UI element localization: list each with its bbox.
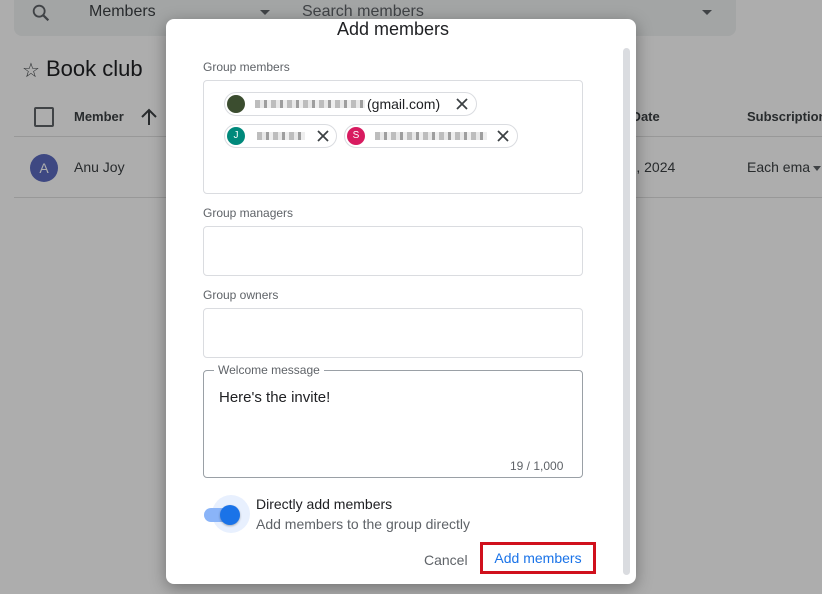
- group-owners-input[interactable]: [203, 308, 583, 358]
- redacted-email: [375, 132, 487, 140]
- add-members-dialog: Add members Group members (gmail.com) J …: [166, 19, 636, 584]
- group-managers-input[interactable]: [203, 226, 583, 276]
- redacted-email: [255, 100, 365, 108]
- dialog-scrollbar[interactable]: [623, 48, 630, 575]
- character-counter: 19 / 1,000: [510, 459, 564, 473]
- close-icon[interactable]: [316, 129, 330, 143]
- welcome-message-value[interactable]: Here's the invite!: [219, 389, 330, 406]
- close-icon[interactable]: [455, 97, 469, 111]
- group-members-label: Group members: [203, 60, 290, 74]
- close-icon[interactable]: [496, 129, 510, 143]
- member-chip[interactable]: J: [224, 124, 337, 148]
- chip-label: (gmail.com): [367, 96, 441, 112]
- add-members-button[interactable]: Add members: [480, 542, 596, 574]
- toggle-knob[interactable]: [220, 505, 240, 525]
- welcome-message-label: Welcome message: [214, 363, 324, 377]
- direct-add-description: Add members to the group directly: [256, 516, 470, 532]
- direct-add-title: Directly add members: [256, 496, 393, 512]
- group-owners-label: Group owners: [203, 288, 279, 302]
- chip-avatar: S: [347, 127, 365, 145]
- dialog-title: Add members: [336, 19, 450, 39]
- member-chip[interactable]: (gmail.com): [224, 92, 477, 116]
- cancel-button[interactable]: Cancel: [418, 550, 474, 570]
- chip-avatar: J: [227, 127, 245, 145]
- redacted-email: [257, 132, 305, 140]
- chip-avatar: [227, 95, 245, 113]
- member-chip[interactable]: S: [344, 124, 518, 148]
- group-managers-label: Group managers: [203, 206, 294, 220]
